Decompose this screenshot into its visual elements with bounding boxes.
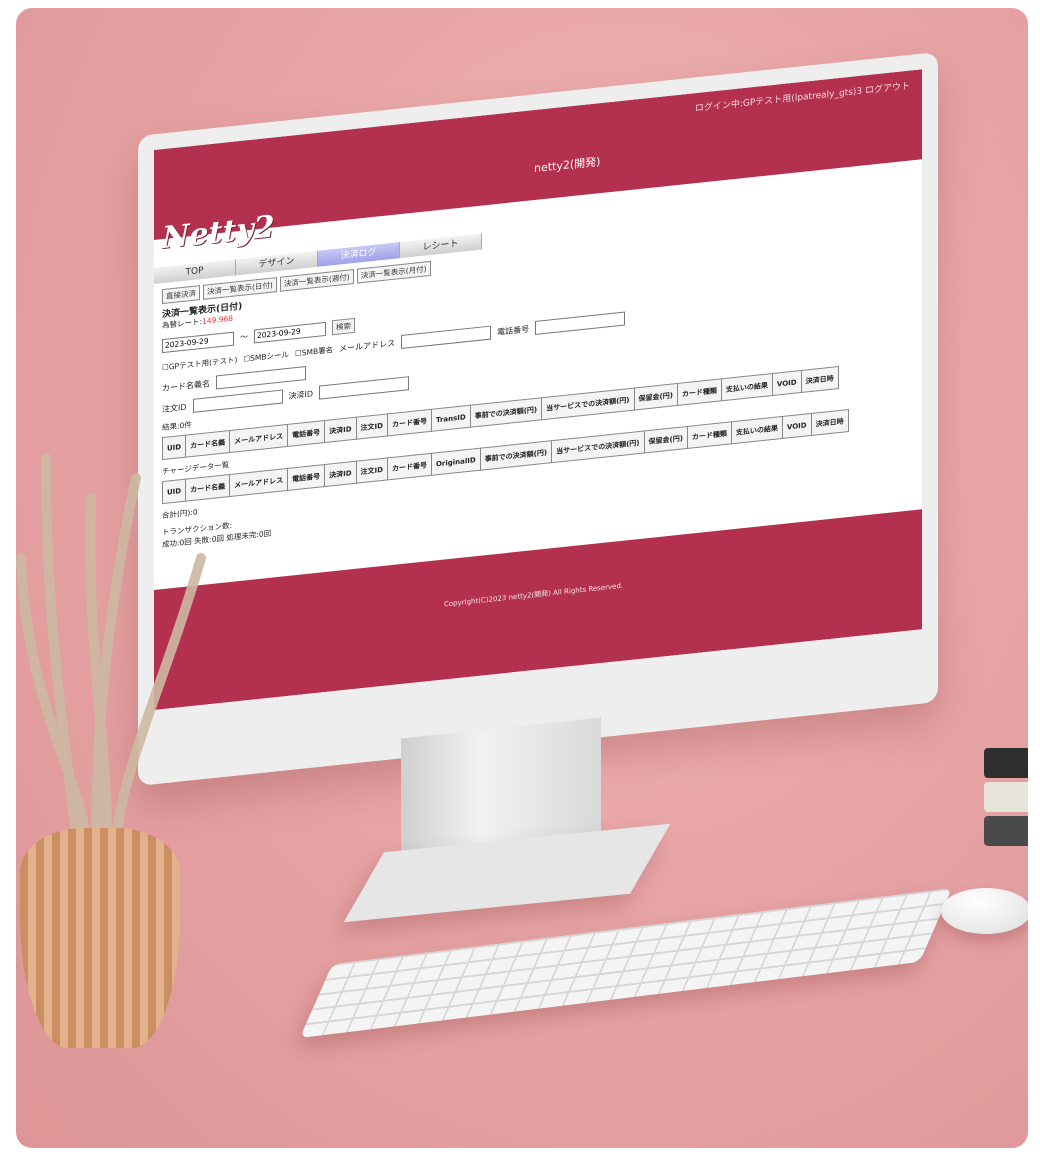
nav-item-design[interactable]: デザイン: [236, 250, 318, 276]
phone-label: 電話番号: [497, 324, 530, 337]
gp-test-label: GPテスト用(テスト): [168, 354, 238, 371]
table-header: 電話番号: [287, 464, 325, 491]
search-button[interactable]: 検索: [332, 317, 355, 336]
copyright-text: Copyright(C)2023 netty2(開発) All Rights R…: [444, 581, 624, 609]
payment-id-label: 決済ID: [288, 388, 314, 401]
table-header: 保留金(円): [644, 426, 688, 453]
phone-field[interactable]: [535, 311, 626, 335]
card-name-label: カード名義名: [162, 378, 210, 393]
smb-seal-checkbox[interactable]: ☐SMBシール: [243, 348, 289, 364]
book: [984, 782, 1028, 812]
range-separator: 〜: [240, 332, 248, 342]
table-header: 注文ID: [356, 413, 388, 440]
table-header: メールアドレス: [229, 468, 288, 497]
table-header: TransID: [431, 405, 471, 432]
nav-item-payment-log[interactable]: 決済ログ: [318, 242, 400, 267]
order-id-field[interactable]: [192, 389, 283, 413]
smb-seal-label: SMBシール: [250, 349, 290, 363]
email-field[interactable]: [401, 325, 492, 350]
gp-test-checkbox[interactable]: ☐GPテスト用(テスト): [162, 354, 237, 373]
pampas-grass-decoration: [16, 453, 206, 843]
smb-sign-checkbox[interactable]: ☐SMB署名: [295, 344, 333, 359]
payment-id-field[interactable]: [319, 376, 410, 400]
table-header: 電話番号: [287, 420, 325, 447]
date-from-input[interactable]: [162, 331, 234, 353]
books-stack: [984, 748, 1028, 858]
exchange-rate-value: 149.968: [202, 313, 234, 326]
book: [984, 748, 1028, 778]
table-header: カード番号: [387, 453, 432, 480]
exchange-rate-label: 為替レート:: [162, 316, 203, 331]
table-header: 事前での決済額(円): [480, 440, 552, 471]
table-header: メールアドレス: [229, 424, 288, 453]
nav-item-receipt[interactable]: レシート: [400, 233, 482, 259]
table-header: OriginalID: [431, 448, 481, 476]
table-header: 注文ID: [356, 457, 388, 484]
table-header: VOID: [782, 413, 812, 439]
table-header: カード種類: [687, 421, 732, 449]
table-header: 支払いの結果: [721, 373, 773, 401]
vase-decoration: [20, 828, 180, 1048]
table-header: 決済日時: [811, 409, 849, 436]
table-header: 事前での決済額(円): [470, 397, 542, 428]
table-header: VOID: [772, 370, 802, 396]
mouse: [941, 888, 1028, 934]
table-header: 決済日時: [801, 366, 839, 393]
card-name-field[interactable]: [216, 366, 306, 390]
book: [984, 816, 1028, 846]
table-header: カード種類: [677, 378, 722, 406]
order-id-label: 注文ID: [162, 402, 187, 414]
email-label: メールアドレス: [339, 338, 396, 354]
table-header: 保留金(円): [634, 383, 678, 411]
table-header: 決済ID: [324, 461, 357, 487]
table-header: 当サービスでの決済額(円): [541, 388, 635, 420]
scene-background: ログイン中:GPテスト用(lpatrealy_gts)3 ログアウト netty…: [16, 8, 1028, 1148]
table-header: 支払いの結果: [731, 416, 783, 444]
direct-payment-button[interactable]: 直接決済: [162, 285, 200, 305]
browser-screen: ログイン中:GPテスト用(lpatrealy_gts)3 ログアウト netty…: [154, 69, 922, 710]
table-header: カード番号: [387, 409, 432, 436]
nav-item-top[interactable]: TOP: [154, 259, 236, 284]
table-header: 当サービスでの決済額(円): [551, 430, 644, 463]
smb-sign-label: SMB署名: [301, 344, 334, 357]
date-to-input[interactable]: [254, 321, 326, 343]
site-name: netty2(開発): [534, 155, 601, 176]
table-header: 決済ID: [324, 417, 357, 443]
